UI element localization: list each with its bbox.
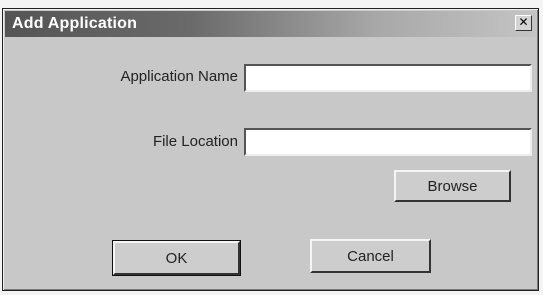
dialog-title: Add Application: [12, 15, 138, 32]
file-location-label: File Location: [152, 133, 238, 150]
application-name-input[interactable]: [244, 64, 532, 92]
file-location-input[interactable]: [244, 128, 532, 156]
cancel-button[interactable]: Cancel: [310, 239, 431, 273]
browse-button[interactable]: Browse: [394, 170, 511, 202]
application-name-label: Application Name: [120, 68, 238, 85]
title-bar[interactable]: Add Application ✕: [5, 11, 536, 37]
close-icon[interactable]: ✕: [515, 15, 532, 31]
ok-button[interactable]: OK: [112, 240, 241, 276]
add-application-dialog: Add Application ✕ Application Name File …: [2, 8, 539, 291]
